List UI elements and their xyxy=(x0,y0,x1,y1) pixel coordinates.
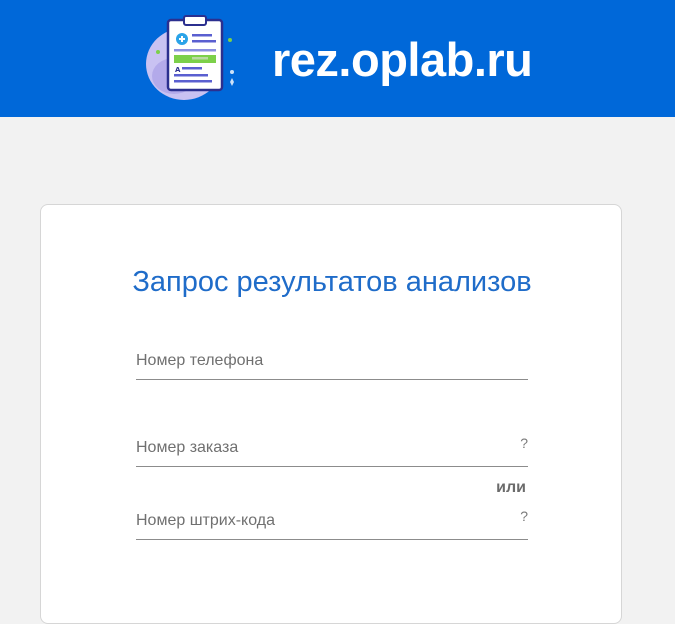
svg-text:A: A xyxy=(175,66,181,74)
barcode-number-input[interactable]: Номер штрих-кода ? xyxy=(136,505,528,540)
barcode-number-placeholder: Номер штрих-кода xyxy=(136,512,275,529)
clipboard-medical-report-icon: A xyxy=(146,15,234,100)
form-title: Запрос результатов анализов xyxy=(132,266,532,298)
or-separator: или xyxy=(496,479,526,496)
order-number-placeholder: Номер заказа xyxy=(136,439,239,456)
barcode-number-help-icon[interactable]: ? xyxy=(520,508,528,524)
results-request-form: Запрос результатов анализов Номер телефо… xyxy=(40,204,622,624)
phone-input-placeholder: Номер телефона xyxy=(136,352,264,369)
order-number-input[interactable]: Номер заказа ? xyxy=(136,432,528,467)
phone-input[interactable]: Номер телефона xyxy=(136,345,528,380)
site-title: rez.oplab.ru xyxy=(272,33,533,86)
site-header: A rez.oplab.ru xyxy=(0,0,675,117)
order-number-help-icon[interactable]: ? xyxy=(520,435,528,451)
